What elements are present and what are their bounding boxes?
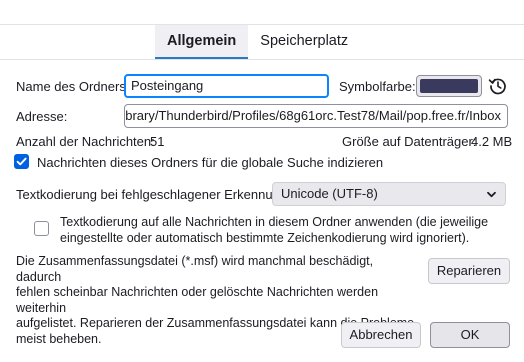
fallback-encoding-select[interactable]: Unicode (UTF-8) [272,182,506,206]
checkmark-icon [16,157,27,166]
cancel-button[interactable]: Abbrechen [341,322,421,348]
icon-color-picker[interactable] [416,75,482,97]
repair-line-2: fehlen scheinbar Nachrichten oder gelösc… [16,285,379,315]
folder-name-input[interactable]: Posteingang [124,74,329,98]
apply-encoding-line-2: eingestellte oder automatisch bestimmte … [60,230,470,245]
global-search-checkbox[interactable] [14,154,29,169]
repair-line-1: Die Zusammenfassungsdatei (*.msf) wird m… [16,254,374,284]
disk-size-label: Größe auf Datenträger: [342,134,477,149]
tab-general[interactable]: Allgemein [155,25,249,60]
apply-encoding-checkbox[interactable] [34,221,49,236]
chevron-down-icon [487,191,496,198]
dialog-top-area [0,0,524,24]
repair-button[interactable]: Reparieren [428,258,510,284]
fallback-encoding-label: Textkodierung bei fehlgeschlagener Erken… [16,187,291,202]
tab-divider [0,59,524,60]
restore-default-icon[interactable] [488,76,508,96]
apply-encoding-label[interactable]: Textkodierung auf alle Nachrichten in di… [60,215,520,246]
apply-encoding-line-1: Textkodierung auf alle Nachrichten in di… [60,215,489,229]
icon-color-swatch [420,79,478,93]
disk-size-value: 4.2 MB [471,134,513,149]
message-count-value: 51 [150,134,165,149]
icon-color-label: Symbolfarbe: [339,79,416,94]
global-search-label[interactable]: Nachrichten dieses Ordners für die globa… [37,155,383,170]
address-field[interactable]: ard/Library/Thunderbird/Profiles/68g61or… [124,104,508,128]
fallback-encoding-value: Unicode (UTF-8) [281,186,378,201]
address-value: ard/Library/Thunderbird/Profiles/68g61or… [124,108,501,123]
address-label: Adresse: [16,109,68,124]
message-count-label: Anzahl der Nachrichten: [16,134,155,149]
ok-button[interactable]: OK [430,322,510,348]
tab-bar: Allgemein Speicherplatz [155,25,360,60]
folder-name-label: Name des Ordners: [16,79,130,94]
tab-storage[interactable]: Speicherplatz [248,25,360,60]
